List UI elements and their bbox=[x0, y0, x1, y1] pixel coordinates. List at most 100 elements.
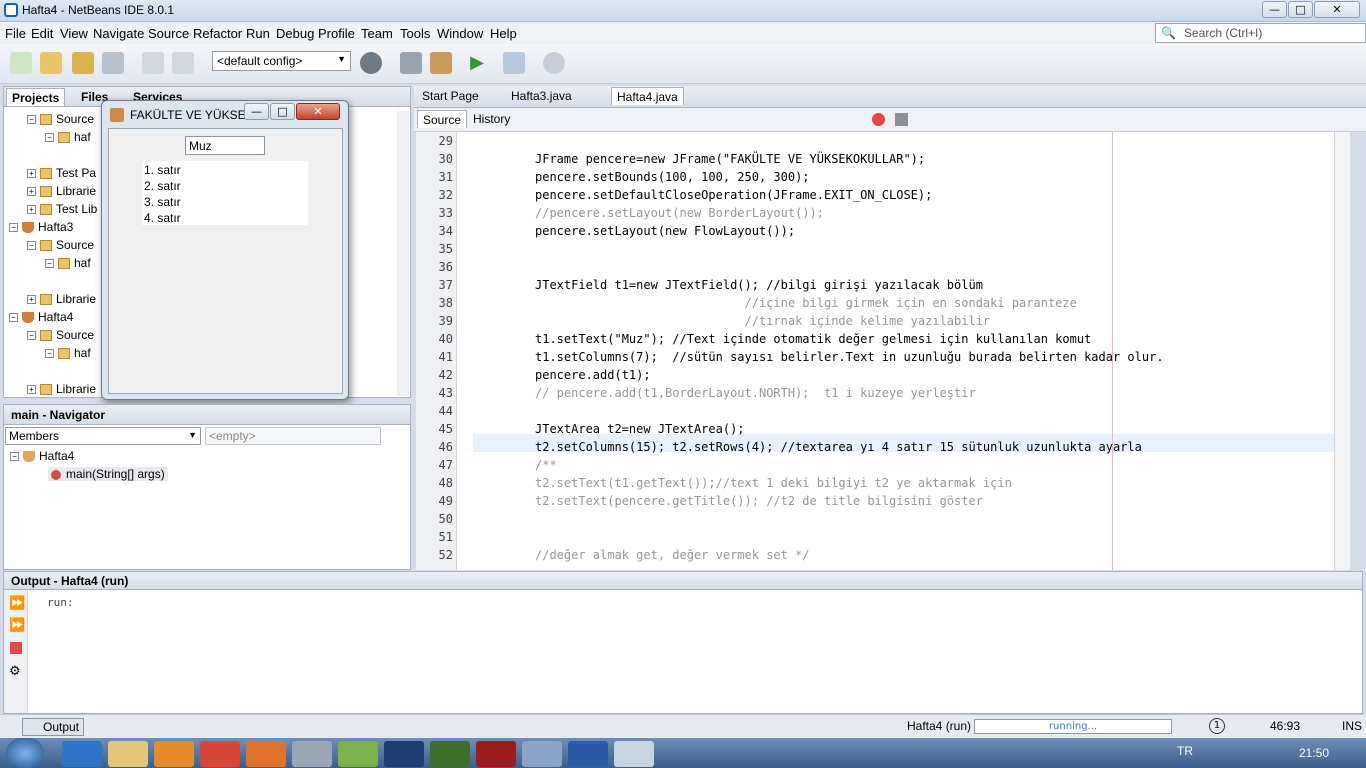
members-select[interactable]: Members ▼ bbox=[5, 427, 201, 445]
tree-item[interactable]: Source bbox=[56, 238, 94, 252]
method-icon bbox=[51, 469, 61, 480]
app-icon[interactable] bbox=[338, 741, 378, 767]
tab-start-page[interactable]: Start Page bbox=[417, 87, 484, 105]
flash-icon[interactable] bbox=[476, 741, 516, 767]
navigator-method[interactable]: main(String[] args) bbox=[66, 467, 165, 481]
menu-view[interactable]: View bbox=[60, 26, 88, 41]
tab-history[interactable]: History bbox=[468, 110, 515, 128]
rerun-icon[interactable]: ⏩ bbox=[9, 596, 25, 611]
empty-select[interactable]: <empty> bbox=[205, 427, 381, 445]
tab-projects[interactable]: Projects bbox=[6, 88, 66, 106]
start-button[interactable] bbox=[6, 738, 44, 768]
progress-bar[interactable]: running... bbox=[974, 719, 1172, 734]
projects-scrollbar[interactable] bbox=[397, 111, 409, 396]
line-number: 31 bbox=[438, 170, 453, 184]
code-line: t1.setText("Muz"); //Text içinde otomati… bbox=[535, 332, 1092, 346]
code-line: pencere.setDefaultCloseOperation(JFrame.… bbox=[535, 188, 933, 202]
tree-item[interactable]: Test Lib bbox=[56, 202, 97, 216]
explorer-icon[interactable] bbox=[108, 741, 148, 767]
run-icon[interactable]: ▶ bbox=[466, 52, 488, 74]
new-project-icon[interactable] bbox=[40, 52, 62, 74]
line-number: 39 bbox=[438, 314, 453, 328]
dreamweaver-icon[interactable] bbox=[430, 741, 470, 767]
tree-item-hafta3[interactable]: Hafta3 bbox=[38, 220, 73, 234]
language-indicator[interactable]: TR bbox=[1177, 744, 1193, 758]
maximize-button[interactable]: □ bbox=[1288, 1, 1313, 18]
textfield[interactable]: Muz bbox=[185, 136, 265, 155]
tree-item-hafta4[interactable]: Hafta4 bbox=[38, 310, 73, 324]
photoshop-icon[interactable] bbox=[384, 741, 424, 767]
textarea[interactable]: 1. satır 2. satır 3. satır 4. satır bbox=[142, 161, 308, 225]
settings-icon[interactable]: ⚙ bbox=[9, 664, 21, 679]
notification-badge[interactable]: 1 bbox=[1209, 718, 1225, 734]
output-side-toolbar: ⏩ ⏩ ⚙ bbox=[4, 590, 28, 713]
build-hammer-icon[interactable] bbox=[400, 52, 422, 74]
swing-minimize-button[interactable]: — bbox=[244, 103, 269, 120]
menu-tools[interactable]: Tools bbox=[400, 26, 430, 41]
clean-build-icon[interactable] bbox=[430, 52, 452, 74]
firefox-icon[interactable] bbox=[246, 741, 286, 767]
breakpoint-icon[interactable] bbox=[872, 113, 885, 126]
line-number: 45 bbox=[438, 422, 453, 436]
tree-item[interactable]: haf bbox=[74, 256, 91, 270]
virtualbox-icon[interactable] bbox=[522, 741, 562, 767]
tools-icon[interactable] bbox=[292, 741, 332, 767]
rerun-with-params-icon[interactable]: ⏩ bbox=[9, 618, 25, 633]
code-line: t2.setText(t1.getText());//text 1 deki b… bbox=[535, 476, 1012, 490]
stop-macro-icon[interactable] bbox=[895, 113, 908, 126]
menu-refactor[interactable]: Refactor bbox=[193, 26, 242, 41]
output-tab-button[interactable]: Output bbox=[22, 718, 84, 736]
menu-help[interactable]: Help bbox=[490, 26, 517, 41]
search-input[interactable]: 🔍 Search (Ctrl+I) bbox=[1155, 23, 1366, 43]
editor-scrollbar[interactable] bbox=[1334, 132, 1350, 570]
menu-run[interactable]: Run bbox=[246, 26, 270, 41]
new-file-icon[interactable] bbox=[10, 52, 32, 74]
tree-item[interactable]: Source bbox=[56, 328, 94, 342]
media-player-icon[interactable] bbox=[154, 741, 194, 767]
close-button[interactable]: ✕ bbox=[1314, 1, 1360, 18]
tab-source[interactable]: Source bbox=[417, 110, 468, 128]
menu-file[interactable]: File bbox=[5, 26, 26, 41]
ie-icon[interactable] bbox=[62, 741, 102, 767]
menu-profile[interactable]: Profile bbox=[318, 26, 355, 41]
java-app-icon[interactable] bbox=[614, 741, 654, 767]
tree-item[interactable]: Librarie bbox=[56, 382, 96, 396]
tree-item[interactable]: haf bbox=[74, 130, 91, 144]
swing-window[interactable]: FAKÜLTE VE YÜKSE... — □ ✕ Muz 1. satır 2… bbox=[101, 100, 349, 400]
tab-hafta4[interactable]: Hafta4.java bbox=[611, 87, 684, 105]
textarea-line: 4. satır bbox=[144, 211, 181, 225]
tree-item[interactable]: haf bbox=[74, 346, 91, 360]
menu-window[interactable]: Window bbox=[437, 26, 483, 41]
chrome-icon[interactable] bbox=[200, 741, 240, 767]
minimize-button[interactable]: — bbox=[1262, 1, 1287, 18]
redo-icon[interactable] bbox=[172, 52, 194, 74]
tree-item[interactable]: Librarie bbox=[56, 292, 96, 306]
menu-navigate[interactable]: Navigate bbox=[93, 26, 144, 41]
clock[interactable]: 21:50 bbox=[1299, 746, 1329, 760]
swing-window-title: FAKÜLTE VE YÜKSE... bbox=[130, 108, 256, 122]
swing-close-button[interactable]: ✕ bbox=[296, 103, 340, 120]
stop-icon[interactable] bbox=[10, 642, 22, 654]
word-icon[interactable] bbox=[568, 741, 608, 767]
profile-icon[interactable] bbox=[543, 52, 565, 74]
swing-maximize-button[interactable]: □ bbox=[270, 103, 295, 120]
menu-team[interactable]: Team bbox=[361, 26, 393, 41]
navigator-title: main - Navigator bbox=[11, 408, 106, 422]
menu-edit[interactable]: Edit bbox=[31, 26, 53, 41]
navigator-class[interactable]: Hafta4 bbox=[39, 449, 74, 463]
chevron-down-icon: ▼ bbox=[188, 430, 197, 440]
tree-item[interactable]: Source bbox=[56, 112, 94, 126]
tab-hafta3[interactable]: Hafta3.java bbox=[506, 87, 577, 105]
menu-debug[interactable]: Debug bbox=[276, 26, 314, 41]
menu-source[interactable]: Source bbox=[148, 26, 189, 41]
undo-icon[interactable] bbox=[142, 52, 164, 74]
open-project-icon[interactable] bbox=[72, 52, 94, 74]
output-tab-label: Output bbox=[43, 720, 80, 734]
config-select[interactable]: <default config> ▼ bbox=[212, 51, 351, 71]
globe-icon[interactable] bbox=[360, 52, 382, 74]
line-number: 40 bbox=[438, 332, 453, 346]
debug-icon[interactable] bbox=[503, 52, 525, 74]
save-all-icon[interactable] bbox=[102, 52, 124, 74]
tree-item[interactable]: Librarie bbox=[56, 184, 96, 198]
tree-item[interactable]: Test Pa bbox=[56, 166, 96, 180]
